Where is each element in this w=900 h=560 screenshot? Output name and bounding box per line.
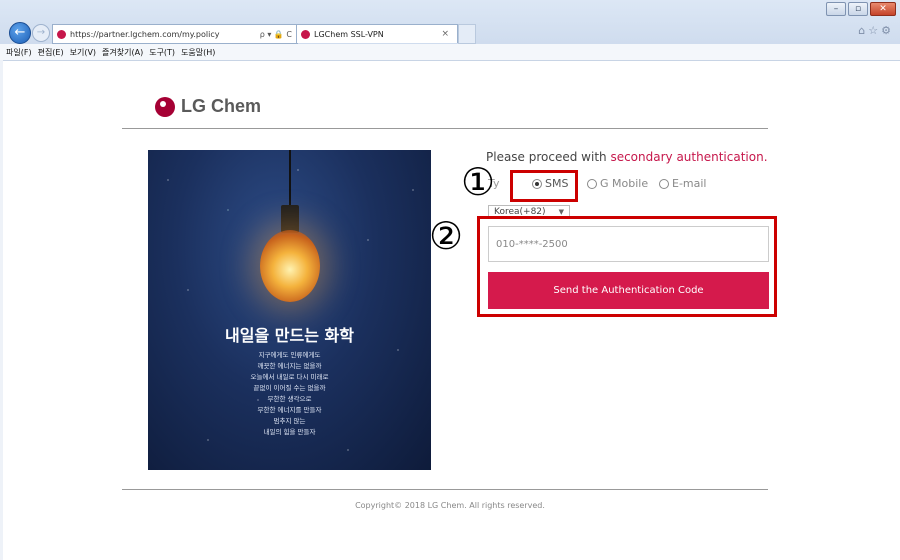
promo-poster: 내일을 만드는 화학 지구에게도 인류에게도깨끗한 에너지는 없을까오늘에서 내… (148, 150, 431, 470)
menu-item[interactable]: 파일(F) (6, 47, 32, 58)
poster-line: 무한한 에너지를 만들자 (257, 406, 322, 414)
header-divider (122, 128, 768, 129)
browser-tab[interactable]: LGChem SSL-VPN × (296, 24, 458, 43)
radio-email[interactable]: E-mail (659, 177, 707, 190)
address-controls[interactable]: ρ ▾ 🔒 C (260, 30, 292, 39)
annotation-box-1 (510, 170, 578, 202)
menu-item[interactable]: 편집(E) (38, 47, 64, 58)
tab-title: LGChem SSL-VPN (314, 29, 384, 39)
auth-heading-accent: secondary authentication. (610, 150, 768, 164)
chevron-down-icon: ▼ (558, 208, 564, 216)
bulb-socket (281, 205, 299, 233)
tab-favicon-icon (301, 29, 310, 39)
new-tab-button[interactable] (458, 24, 476, 44)
window-controls: – ▫ ✕ (826, 2, 896, 16)
menu-item[interactable]: 즐겨찾기(A) (102, 47, 143, 58)
radio-g-mobile-icon[interactable] (587, 178, 597, 189)
footer-divider (122, 489, 768, 490)
poster-line: 끝없이 이어질 수는 없을까 (253, 384, 326, 392)
radio-g-mobile[interactable]: G Mobile (587, 177, 648, 190)
poster-text: 지구에게도 인류에게도깨끗한 에너지는 없을까오늘에서 내일로 다시 미래로끝없… (148, 350, 431, 438)
browser-toolbar: – ▫ ✕ ← → https://partner.lgchem.com/my.… (0, 0, 900, 44)
menu-item[interactable]: 도움말(H) (181, 47, 215, 58)
copyright-text: Copyright© 2018 LG Chem. All rights rese… (355, 501, 545, 510)
toolbar-icons[interactable]: ⌂☆⚙ (858, 24, 894, 37)
page-left-edge (0, 60, 3, 560)
url-text: https://partner.lgchem.com/my.policy (70, 29, 220, 39)
forward-button[interactable]: → (32, 24, 50, 42)
poster-line: 멈추지 않는 (273, 417, 306, 425)
poster-line: 내일의 힘을 만들자 (263, 428, 316, 436)
radio-email-label: E-mail (672, 177, 707, 190)
tab-close-icon[interactable]: × (441, 29, 449, 39)
send-authentication-code-button[interactable]: Send the Authentication Code (488, 272, 769, 309)
light-bulb-icon (260, 230, 320, 302)
auth-heading-prefix: Please proceed with (486, 150, 611, 164)
back-button[interactable]: ← (9, 22, 31, 44)
phone-number-input[interactable] (488, 226, 769, 262)
poster-title: 내일을 만드는 화학 (225, 326, 354, 345)
radio-email-icon[interactable] (659, 178, 669, 189)
logo-text: LG Chem (181, 96, 262, 116)
radio-g-mobile-label: G Mobile (600, 177, 649, 190)
address-bar[interactable]: https://partner.lgchem.com/my.policy ρ ▾… (52, 24, 298, 44)
close-window-button[interactable]: ✕ (870, 2, 896, 16)
annotation-number-1: ① (461, 160, 496, 204)
auth-heading: Please proceed with secondary authentica… (486, 150, 768, 164)
lg-logo-icon (155, 96, 175, 117)
poster-line: 무한한 생각으로 (267, 395, 312, 403)
poster-line: 오늘에서 내일로 다시 미래로 (250, 373, 329, 381)
maximize-button[interactable]: ▫ (848, 2, 868, 16)
annotation-number-2: ② (429, 214, 464, 258)
minimize-button[interactable]: – (826, 2, 846, 16)
bulb-cord (289, 150, 291, 205)
site-favicon-icon (57, 29, 66, 39)
menu-item[interactable]: 도구(T) (149, 47, 175, 58)
poster-line: 깨끗한 에너지는 없을까 (257, 362, 322, 370)
menu-bar: 파일(F) 편집(E) 보기(V) 즐겨찾기(A) 도구(T) 도움말(H) (0, 44, 900, 61)
poster-line: 지구에게도 인류에게도 (258, 351, 321, 359)
lg-chem-logo: LG Chem (155, 96, 261, 117)
menu-item[interactable]: 보기(V) (70, 47, 96, 58)
